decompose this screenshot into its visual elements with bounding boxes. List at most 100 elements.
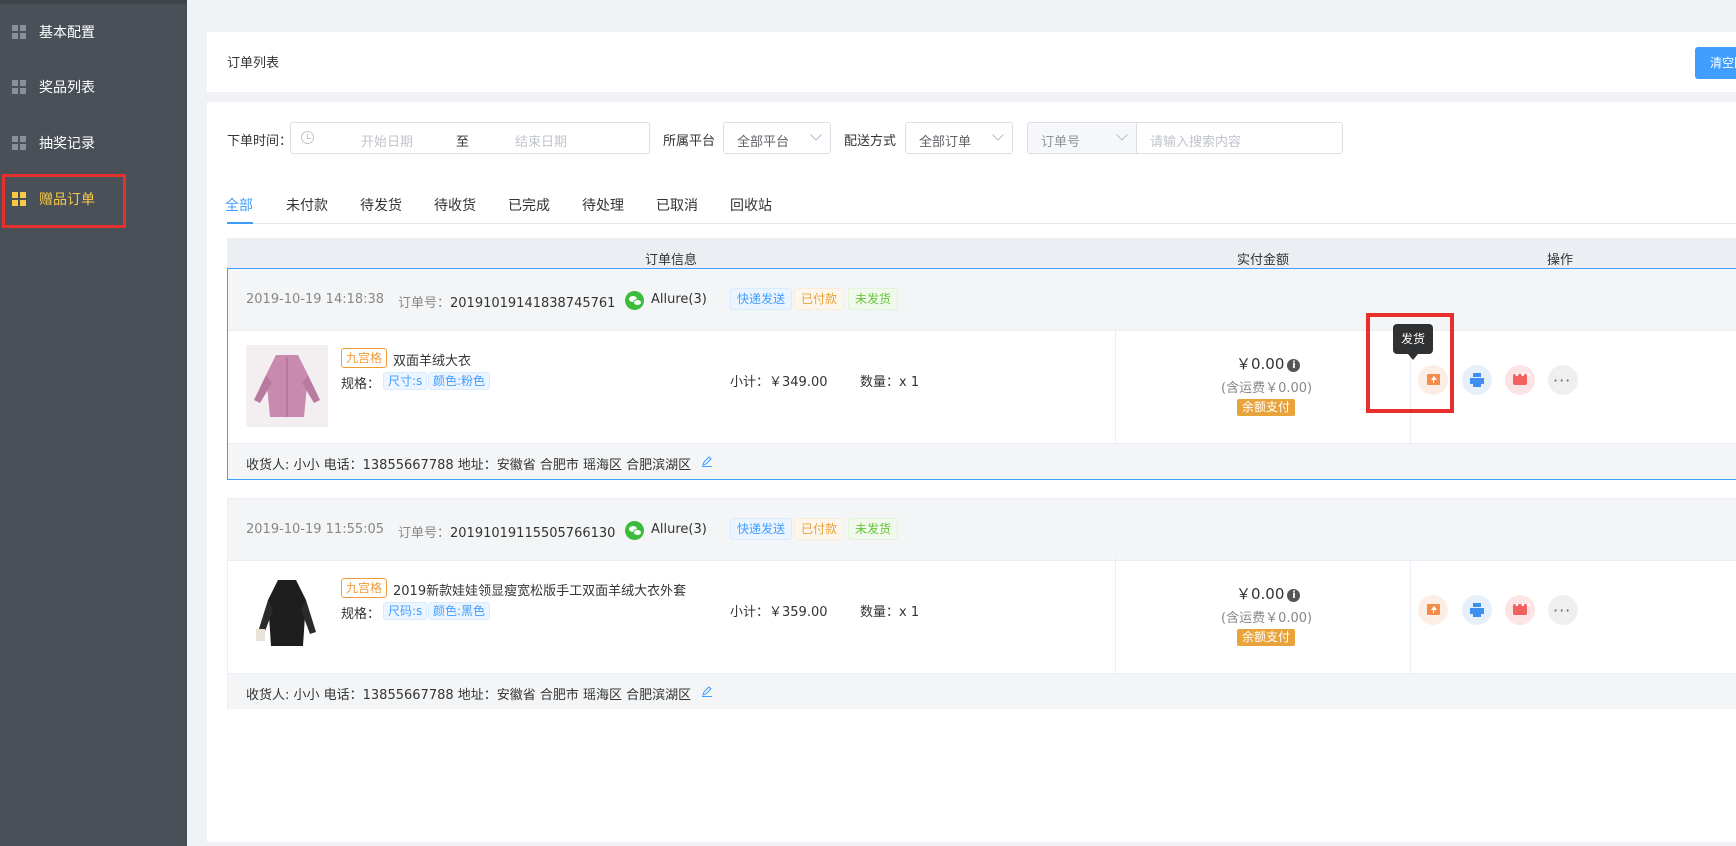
grid-icon (12, 80, 26, 94)
clear-recycle-button[interactable]: 清空回收站 (1695, 47, 1736, 79)
grid-icon (12, 136, 26, 150)
print-button[interactable] (1462, 595, 1492, 625)
search-type-select[interactable]: 订单号 (1027, 122, 1137, 154)
paid-amount: ￥0.00 i (1236, 583, 1301, 604)
tab-completed[interactable]: 已完成 (508, 195, 550, 215)
wechat-icon (625, 521, 644, 540)
sidebar-item-label: 基本配置 (39, 25, 95, 41)
sidebar-item-gift-orders[interactable]: 赠品订单 (0, 172, 187, 226)
shipping-address: 收货人: 小小 电话：13855667788 地址：安徽省 合肥市 瑶海区 合肥… (246, 458, 692, 473)
quantity: 数量：x 1 (860, 605, 920, 620)
tag-not-shipped: 未发货 (848, 288, 899, 310)
print-button[interactable] (1462, 365, 1492, 395)
shipping-address-bar: 收货人: 小小 电话：13855667788 地址：安徽省 合肥市 瑶海区 合肥… (228, 673, 1736, 709)
order-header: 2019-10-19 11:55:05 订单号：2019101911550576… (228, 499, 1736, 561)
col-paid-amount: 实付金额 (1237, 253, 1290, 268)
spec-tag: 尺码:s (383, 602, 428, 620)
tab-unpaid[interactable]: 未付款 (286, 195, 328, 215)
delivery-select-value: 全部订单 (919, 135, 972, 150)
sidebar-item-prize-list[interactable]: 奖品列表 (0, 60, 187, 114)
chevron-down-icon (1116, 129, 1128, 141)
order-date: 2019-10-19 14:18:38 (246, 292, 385, 307)
edit-icon[interactable] (701, 685, 713, 697)
spec-label: 规格： (341, 377, 381, 392)
wechat-icon (625, 291, 644, 310)
tag-express: 快递发送 (730, 518, 793, 540)
tag-express: 快递发送 (730, 288, 793, 310)
sidebar-top-line (0, 0, 187, 4)
col-operations: 操作 (1547, 253, 1574, 268)
tab-to-receive[interactable]: 待收货 (434, 195, 476, 215)
product-name[interactable]: 双面羊绒大衣 (393, 350, 471, 369)
payment-method-badge: 余额支付 (1237, 629, 1296, 646)
nine-grid-badge: 九宫格 (341, 578, 388, 598)
info-icon[interactable]: i (1287, 359, 1301, 372)
date-range-picker[interactable]: 开始日期 至 结束日期 (290, 122, 650, 154)
product-name[interactable]: 2019新款娃娃领显瘦宽松版手工双面羊绒大衣外套 (393, 580, 686, 599)
platform-select-value: 全部平台 (737, 135, 790, 150)
delivery-label: 配送方式 (844, 134, 897, 149)
sidebar-item-basic-config[interactable]: 基本配置 (0, 5, 187, 59)
range-separator: 至 (456, 135, 470, 150)
shipping-address-bar: 收货人: 小小 电话：13855667788 地址：安徽省 合肥市 瑶海区 合肥… (228, 443, 1736, 479)
ship-icon (1427, 604, 1440, 615)
ship-button[interactable] (1418, 595, 1448, 625)
product-image[interactable] (246, 574, 328, 656)
order-date: 2019-10-19 11:55:05 (246, 522, 385, 537)
sidebar-item-draw-records[interactable]: 抽奖记录 (0, 116, 187, 170)
tag-paid: 已付款 (794, 288, 845, 310)
sidebar: 基本配置 奖品列表 抽奖记录 赠品订单 (0, 0, 187, 846)
spec-label: 规格： (341, 607, 381, 622)
end-date-input[interactable]: 结束日期 (515, 131, 567, 150)
info-icon[interactable]: i (1287, 589, 1301, 602)
printer-icon (1470, 603, 1484, 617)
more-button[interactable]: ··· (1548, 365, 1578, 395)
clock-icon (301, 131, 314, 144)
tab-recycle-bin[interactable]: 回收站 (730, 195, 772, 215)
sidebar-item-label: 赠品订单 (39, 192, 95, 208)
chevron-down-icon (992, 129, 1004, 141)
product-image[interactable] (246, 345, 328, 427)
edit-icon[interactable] (701, 455, 713, 467)
message-button[interactable] (1505, 365, 1535, 395)
message-icon (1513, 600, 1532, 615)
tab-pending[interactable]: 待处理 (582, 195, 624, 215)
column-divider (1115, 556, 1116, 673)
start-date-input[interactable]: 开始日期 (361, 131, 413, 150)
ship-button[interactable] (1418, 365, 1448, 395)
sidebar-item-label: 奖品列表 (39, 80, 95, 96)
spec-tag: 颜色:黑色 (428, 602, 491, 620)
tab-cancelled[interactable]: 已取消 (656, 195, 698, 215)
tab-to-ship[interactable]: 待发货 (360, 195, 402, 215)
page-header: 订单列表 清空回收站 (207, 32, 1736, 92)
coat-shape (268, 580, 306, 646)
subtotal: 小计：￥359.00 (730, 605, 828, 620)
tab-all[interactable]: 全部 (225, 195, 253, 215)
spec-tag: 尺寸:s (383, 372, 428, 390)
chevron-down-icon (810, 129, 822, 141)
subtotal: 小计：￥349.00 (730, 375, 828, 390)
tag-paid: 已付款 (794, 518, 845, 540)
platform-select[interactable]: 全部平台 (723, 122, 831, 154)
col-order-info: 订单信息 (645, 253, 698, 268)
more-icon: ··· (1553, 371, 1572, 390)
paid-amount: ￥0.00 i (1236, 353, 1301, 374)
nine-grid-badge: 九宫格 (341, 348, 388, 368)
payment-method-badge: 余额支付 (1237, 399, 1296, 416)
order-time-label: 下单时间： (227, 134, 293, 149)
more-icon: ··· (1553, 601, 1572, 620)
column-divider (1115, 326, 1116, 443)
active-tab-indicator (227, 222, 253, 224)
order-user: Allure(3) (651, 292, 707, 307)
order-card: 2019-10-19 11:55:05 订单号：2019101911550576… (227, 498, 1736, 709)
printer-icon (1470, 373, 1484, 387)
sidebar-item-label: 抽奖记录 (39, 136, 95, 152)
delivery-select[interactable]: 全部订单 (905, 122, 1013, 154)
message-button[interactable] (1505, 595, 1535, 625)
search-input[interactable]: 请输入搜索内容 (1136, 122, 1343, 154)
message-icon (1513, 370, 1532, 385)
ship-tooltip: 发货 (1393, 324, 1433, 360)
order-list-panel: 下单时间： 开始日期 至 结束日期 所属平台 全部平台 配送方式 全部订单 订单… (207, 102, 1736, 842)
tag-not-shipped: 未发货 (848, 518, 899, 540)
more-button[interactable]: ··· (1548, 595, 1578, 625)
